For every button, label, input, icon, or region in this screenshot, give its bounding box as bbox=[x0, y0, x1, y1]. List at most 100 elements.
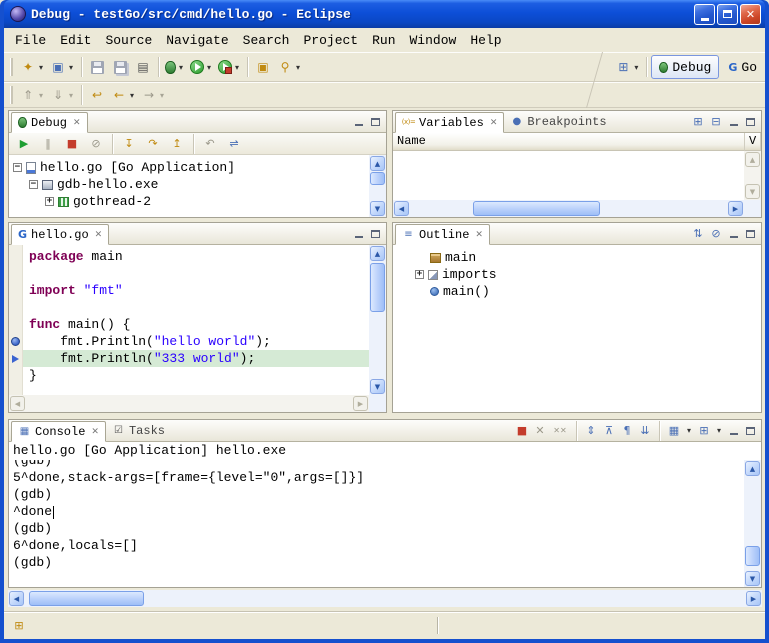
console-line[interactable]: (gdb) bbox=[13, 520, 744, 537]
suspend-button[interactable]: ‖ bbox=[37, 133, 59, 155]
code-line[interactable]: package main bbox=[23, 248, 369, 265]
scrollbar-track[interactable] bbox=[410, 200, 727, 217]
minimize-button[interactable] bbox=[694, 4, 715, 25]
toolbar-gripper[interactable] bbox=[10, 58, 13, 76]
console-line[interactable]: 6^done,locals=[] bbox=[13, 537, 744, 554]
close-tab-icon[interactable]: ✕ bbox=[91, 427, 99, 437]
maximize-view-button[interactable] bbox=[744, 227, 757, 240]
maximize-view-button[interactable] bbox=[369, 115, 382, 128]
step-over-button[interactable]: ↷ bbox=[142, 133, 164, 155]
save-all-button[interactable] bbox=[109, 56, 131, 78]
open-console-icon[interactable]: ⊞ bbox=[697, 424, 711, 438]
new-wizard-button[interactable]: ✦▾ bbox=[18, 56, 47, 78]
dropdown-icon[interactable]: ▾ bbox=[632, 63, 640, 72]
console-line[interactable]: 5^done,stack-args=[frame={level="0",args… bbox=[13, 469, 744, 486]
editor-vscrollbar[interactable]: ▲ ▼ bbox=[369, 245, 386, 395]
code-line[interactable]: import "fmt" bbox=[23, 282, 369, 299]
tab-debug[interactable]: Debug ✕ bbox=[11, 112, 88, 133]
dropdown-icon[interactable]: ▾ bbox=[233, 63, 241, 72]
expander-icon[interactable]: − bbox=[13, 163, 22, 172]
disconnect-button[interactable]: ⊘ bbox=[85, 133, 107, 155]
scroll-up-button[interactable]: ▲ bbox=[745, 461, 760, 476]
scrollbar-track[interactable] bbox=[369, 172, 386, 200]
next-annotation-button[interactable]: ⇓▾ bbox=[48, 84, 77, 106]
menu-navigate[interactable]: Navigate bbox=[159, 31, 235, 50]
scrollbar-track[interactable] bbox=[369, 262, 386, 378]
gutter-line[interactable] bbox=[9, 333, 22, 350]
pin-console-icon[interactable]: ⊼ bbox=[602, 424, 616, 438]
close-tab-icon[interactable]: ✕ bbox=[475, 230, 483, 240]
code-line[interactable]: fmt.Println("333 world"); bbox=[23, 350, 369, 367]
scrollbar-track[interactable] bbox=[25, 590, 745, 607]
scrollbar-thumb[interactable] bbox=[370, 172, 385, 185]
console-line[interactable]: (gdb) bbox=[13, 460, 744, 469]
dropdown-icon[interactable]: ▾ bbox=[294, 63, 302, 72]
remove-launch-icon[interactable]: ✕ bbox=[533, 424, 547, 438]
tab-outline[interactable]: ≡ Outline ✕ bbox=[395, 224, 490, 245]
outline-item[interactable]: main bbox=[411, 249, 761, 266]
console-line[interactable]: ^done bbox=[13, 503, 744, 520]
menu-window[interactable]: Window bbox=[403, 31, 464, 50]
gutter-line[interactable] bbox=[9, 282, 22, 299]
terminate-console-icon[interactable]: ■ bbox=[515, 424, 529, 438]
debug-launch-button[interactable]: ▾ bbox=[163, 56, 187, 78]
minimize-view-button[interactable] bbox=[727, 424, 740, 437]
close-tab-icon[interactable]: ✕ bbox=[95, 230, 103, 240]
scroll-lock-icon[interactable]: ⇕ bbox=[584, 424, 598, 438]
menu-file[interactable]: File bbox=[8, 31, 53, 50]
gutter-line[interactable] bbox=[9, 350, 22, 367]
tab-console[interactable]: ▦ Console ✕ bbox=[11, 421, 106, 442]
expander-icon[interactable]: + bbox=[415, 270, 424, 279]
tab-hello-go[interactable]: G hello.go ✕ bbox=[11, 224, 109, 245]
maximize-button[interactable] bbox=[717, 4, 738, 25]
menu-project[interactable]: Project bbox=[296, 31, 365, 50]
editor-code[interactable]: package main import "fmt" func main() { … bbox=[23, 245, 369, 395]
fast-view-icon[interactable]: ⊞ bbox=[12, 619, 26, 633]
show-output-icon[interactable]: ⇊ bbox=[638, 424, 652, 438]
debug-tree-row[interactable]: +gothread-2 bbox=[9, 193, 369, 210]
resume-button[interactable]: ▶ bbox=[13, 133, 35, 155]
sort-icon[interactable]: ⇅ bbox=[691, 227, 705, 241]
search-button[interactable]: ⚲▾ bbox=[275, 56, 304, 78]
minimize-view-button[interactable] bbox=[727, 115, 740, 128]
tab-variables[interactable]: (x)= Variables ✕ bbox=[395, 112, 504, 133]
maximize-view-button[interactable] bbox=[369, 227, 382, 240]
external-tools-button[interactable]: ▾ bbox=[216, 56, 243, 78]
dropdown-icon[interactable]: ▾ bbox=[685, 426, 693, 435]
gutter-line[interactable] bbox=[9, 265, 22, 282]
minimize-view-button[interactable] bbox=[352, 115, 365, 128]
bottom-hscrollbar[interactable]: ◀ ▶ bbox=[8, 590, 762, 607]
tab-breakpoints[interactable]: ● Breakpoints bbox=[504, 111, 612, 132]
scroll-down-button[interactable]: ▼ bbox=[745, 571, 760, 586]
titlebar[interactable]: Debug - testGo/src/cmd/hello.go - Eclips… bbox=[4, 0, 765, 28]
scroll-right-button[interactable]: ▶ bbox=[728, 201, 743, 216]
variables-hscrollbar[interactable]: ◀ ▶ bbox=[393, 200, 744, 217]
gutter-line[interactable] bbox=[9, 299, 22, 316]
dropdown-icon[interactable]: ▾ bbox=[205, 63, 213, 72]
menu-source[interactable]: Source bbox=[98, 31, 159, 50]
scrollbar-thumb[interactable] bbox=[473, 201, 600, 216]
outline-item[interactable]: +imports bbox=[411, 266, 761, 283]
new-menu-button[interactable]: ▣▾ bbox=[48, 56, 77, 78]
close-tab-icon[interactable]: ✕ bbox=[73, 118, 81, 128]
scroll-down-button[interactable]: ▼ bbox=[370, 379, 385, 394]
perspective-go-button[interactable]: G Go bbox=[720, 55, 765, 79]
minimize-view-button[interactable] bbox=[352, 227, 365, 240]
code-line[interactable] bbox=[23, 265, 369, 282]
console-text[interactable]: (gdb)5^done,stack-args=[frame={level="0"… bbox=[9, 460, 744, 587]
breakpoint-icon[interactable] bbox=[11, 337, 20, 346]
display-console-icon[interactable]: ▦ bbox=[667, 424, 681, 438]
run-launch-button[interactable]: ▾ bbox=[188, 56, 215, 78]
column-value[interactable]: V bbox=[745, 133, 761, 151]
scroll-up-button[interactable]: ▲ bbox=[370, 156, 385, 171]
dropdown-icon[interactable]: ▾ bbox=[177, 63, 185, 72]
drop-to-frame-button[interactable]: ↶ bbox=[199, 133, 221, 155]
tab-tasks[interactable]: ☑ Tasks bbox=[106, 420, 171, 441]
dropdown-icon[interactable]: ▾ bbox=[158, 91, 166, 100]
dropdown-icon[interactable]: ▾ bbox=[37, 91, 45, 100]
dropdown-icon[interactable]: ▾ bbox=[715, 426, 723, 435]
code-line[interactable]: fmt.Println("hello world"); bbox=[23, 333, 369, 350]
scrollbar-thumb[interactable] bbox=[29, 591, 144, 606]
close-tab-icon[interactable]: ✕ bbox=[490, 118, 498, 128]
remove-all-launches-icon[interactable]: ✕✕ bbox=[551, 424, 569, 438]
